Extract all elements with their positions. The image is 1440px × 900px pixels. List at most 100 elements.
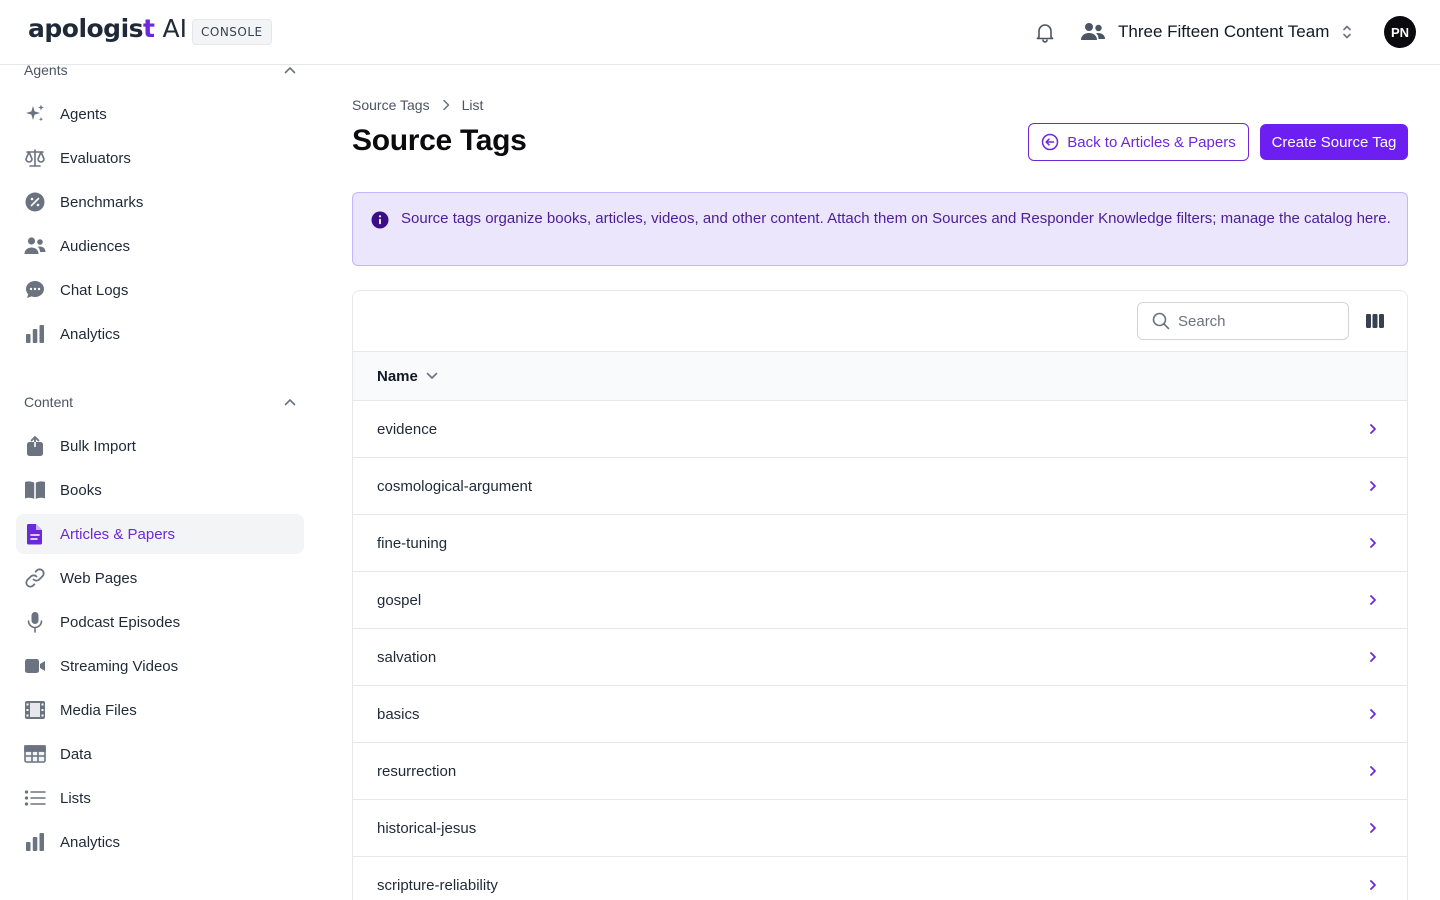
chevron-right-icon <box>1370 424 1376 434</box>
sidebar-item-label: Streaming Videos <box>60 657 179 675</box>
sidebar-item-lists[interactable]: Lists <box>16 778 304 818</box>
sidebar-item-chat-logs[interactable]: Chat Logs <box>16 270 304 310</box>
sidebar-item-label: Podcast Episodes <box>60 613 181 631</box>
sidebar-item-data[interactable]: Data <box>16 734 304 774</box>
tag-name-cell: resurrection <box>377 762 457 780</box>
user-avatar[interactable]: PN <box>1384 16 1416 48</box>
sidebar-item-label: Articles & Papers <box>60 525 176 543</box>
table-toolbar <box>353 291 1407 351</box>
content-section-header[interactable]: Content <box>24 392 296 412</box>
table-row[interactable]: resurrection <box>353 743 1407 800</box>
logo-cross-letter: t <box>143 14 155 43</box>
bell-icon[interactable] <box>1033 20 1057 44</box>
table-row[interactable]: basics <box>353 686 1407 743</box>
table-row[interactable]: historical-jesus <box>353 800 1407 857</box>
chevron-right-icon <box>442 99 449 111</box>
sidebar-item-streaming-videos[interactable]: Streaming Videos <box>16 646 304 686</box>
microphone-icon <box>24 611 46 633</box>
team-users-icon <box>1081 23 1105 40</box>
document-icon <box>24 523 46 545</box>
tag-name-cell: basics <box>377 705 420 723</box>
sidebar-item-web-pages[interactable]: Web Pages <box>16 558 304 598</box>
sidebar-item-articles-papers[interactable]: Articles & Papers <box>16 514 304 554</box>
table-header: Name <box>353 351 1407 401</box>
tag-name-cell: gospel <box>377 591 422 609</box>
sidebar-item-analytics[interactable]: Analytics <box>16 314 304 354</box>
info-icon <box>371 211 389 229</box>
back-to-articles-button[interactable]: Back to Articles & Papers <box>1028 123 1249 161</box>
sidebar-item-label: Data <box>60 745 92 763</box>
sparkles-icon <box>24 103 46 125</box>
arrow-left-circle-icon <box>1042 133 1059 151</box>
table-row[interactable]: gospel <box>353 572 1407 629</box>
sidebar-item-label: Books <box>60 481 102 499</box>
tag-name-cell: evidence <box>377 420 438 438</box>
sidebar-item-agents[interactable]: Agents <box>16 94 304 134</box>
table-row[interactable]: salvation <box>353 629 1407 686</box>
sidebar-item-label: Evaluators <box>60 149 131 167</box>
agents-section-label: Agents <box>24 65 68 78</box>
tag-name-cell: fine-tuning <box>377 534 448 552</box>
search-input[interactable] <box>1178 312 1328 330</box>
tag-name-cell: salvation <box>377 648 437 666</box>
breadcrumb-current: List <box>461 97 484 113</box>
list-icon <box>24 787 46 809</box>
apologist-ai-logo[interactable]: apologist AI <box>28 14 187 43</box>
sidebar-item-label: Audiences <box>60 237 131 255</box>
sidebar-item-benchmarks[interactable]: Benchmarks <box>16 182 304 222</box>
sidebar-item-label: Lists <box>60 789 91 807</box>
tag-name-cell: historical-jesus <box>377 819 477 837</box>
bar-chart-icon <box>24 831 46 853</box>
top-bar: apologist AI CONSOLE Three Fifteen Conte… <box>0 0 1440 65</box>
bar-chart-icon <box>24 323 46 345</box>
video-camera-icon <box>24 655 46 677</box>
sidebar-item-media-files[interactable]: Media Files <box>16 690 304 730</box>
tag-name-cell: scripture-reliability <box>377 876 498 894</box>
sidebar-item-label: Media Files <box>60 701 137 719</box>
sidebar-item-label: Agents <box>60 105 107 123</box>
chevron-right-icon <box>1370 538 1376 548</box>
agents-section-header[interactable]: Agents <box>24 65 296 80</box>
name-column-header[interactable]: Name <box>377 368 438 385</box>
film-icon <box>24 699 46 721</box>
upload-stack-icon <box>24 435 46 457</box>
chevron-up-down-icon <box>1343 25 1352 39</box>
sidebar-item-label: Analytics <box>60 325 121 343</box>
table-row[interactable]: evidence <box>353 401 1407 458</box>
table-row[interactable]: scripture-reliability <box>353 857 1407 900</box>
chevron-right-icon <box>1370 709 1376 719</box>
users-icon <box>24 235 46 257</box>
chevron-up-icon <box>284 66 296 74</box>
sidebar-item-audiences[interactable]: Audiences <box>16 226 304 266</box>
logo-word-text: apologis <box>28 14 144 43</box>
sidebar-item-bulk-import[interactable]: Bulk Import <box>16 426 304 466</box>
scale-icon <box>24 147 46 169</box>
percent-badge-icon <box>24 191 46 213</box>
sidebar-item-label: Analytics <box>60 833 121 851</box>
team-switcher[interactable]: Three Fifteen Content Team <box>1080 16 1353 48</box>
search-box[interactable] <box>1137 302 1349 340</box>
breadcrumb-root-link[interactable]: Source Tags <box>352 97 430 113</box>
table-row[interactable]: fine-tuning <box>353 515 1407 572</box>
create-source-tag-button[interactable]: Create Source Tag <box>1260 124 1408 160</box>
sidebar-item-content-analytics[interactable]: Analytics <box>16 822 304 862</box>
chevron-right-icon <box>1370 652 1376 662</box>
sidebar-item-podcast-episodes[interactable]: Podcast Episodes <box>16 602 304 642</box>
info-alert-text: Source tags organize books, articles, vi… <box>401 210 1391 227</box>
columns-icon[interactable] <box>1365 311 1385 331</box>
source-tags-table: Name evidence cosmological-argument fine… <box>352 290 1408 900</box>
table-icon <box>24 743 46 765</box>
sidebar-item-label: Web Pages <box>60 569 138 587</box>
chevron-right-icon <box>1370 823 1376 833</box>
table-row[interactable]: cosmological-argument <box>353 458 1407 515</box>
sidebar-item-evaluators[interactable]: Evaluators <box>16 138 304 178</box>
chat-bubble-icon <box>24 279 46 301</box>
chevron-right-icon <box>1370 481 1376 491</box>
tag-name-cell: cosmological-argument <box>377 477 533 495</box>
sidebar-item-label: Bulk Import <box>60 437 136 455</box>
content-section-label: Content <box>24 394 74 410</box>
link-icon <box>24 567 46 589</box>
sidebar-item-books[interactable]: Books <box>16 470 304 510</box>
chevron-right-icon <box>1370 880 1376 890</box>
logo-wordmark: apologist <box>28 14 155 43</box>
